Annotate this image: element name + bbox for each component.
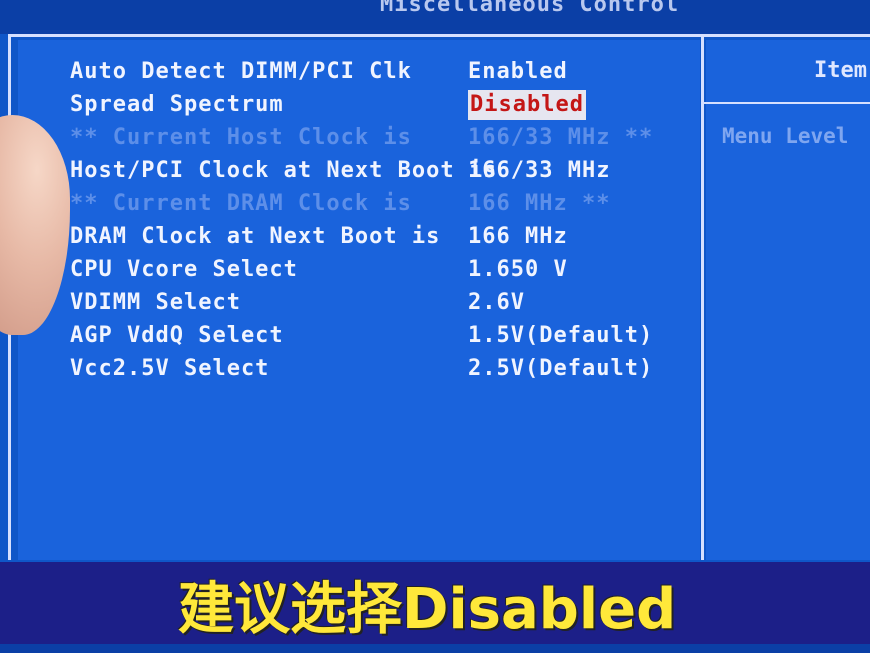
setting-label: VDIMM Select <box>70 290 241 315</box>
setting-value: 166/33 MHz ** <box>468 125 654 150</box>
setting-value[interactable]: 166/33 MHz <box>468 156 610 186</box>
caption-subtitle: 建议选择Disabled <box>178 577 677 642</box>
setting-value[interactable]: 2.5V(Default) <box>468 354 653 384</box>
setting-value[interactable]: 2.6V <box>468 288 525 318</box>
item-help-title: Item <box>814 58 867 83</box>
setting-label: Auto Detect DIMM/PCI Clk <box>70 59 412 84</box>
setting-value: 166 MHz ** <box>468 191 611 216</box>
frame-divider-line <box>701 34 704 560</box>
setting-label: ** Current Host Clock is <box>70 125 412 150</box>
frame-top-line <box>8 34 870 37</box>
help-title-divider-line <box>706 102 870 104</box>
setting-value-selected[interactable]: Disabled <box>468 90 586 120</box>
setting-label: AGP VddQ Select <box>70 323 284 348</box>
setting-label: Vcc2.5V Select <box>70 356 270 381</box>
setting-label: Spread Spectrum <box>70 92 284 117</box>
setting-label: Host/PCI Clock at Next Boot is <box>70 158 498 183</box>
setting-value[interactable]: 1.650 V <box>468 255 568 285</box>
bios-header-bar: Miscellaneous Control <box>0 0 870 34</box>
bottom-strip <box>0 644 870 653</box>
bios-page-title: Miscellaneous Control <box>380 0 680 17</box>
item-help-panel <box>706 40 870 560</box>
setting-value[interactable]: 1.5V(Default) <box>468 321 653 351</box>
setting-label: ** Current DRAM Clock is <box>70 191 412 216</box>
setting-label: DRAM Clock at Next Boot is <box>70 224 441 249</box>
setting-value[interactable]: Enabled <box>468 57 568 87</box>
setting-value[interactable]: 166 MHz <box>468 222 568 252</box>
menu-level-label: Menu Level <box>722 124 849 148</box>
setting-label: CPU Vcore Select <box>70 257 298 282</box>
